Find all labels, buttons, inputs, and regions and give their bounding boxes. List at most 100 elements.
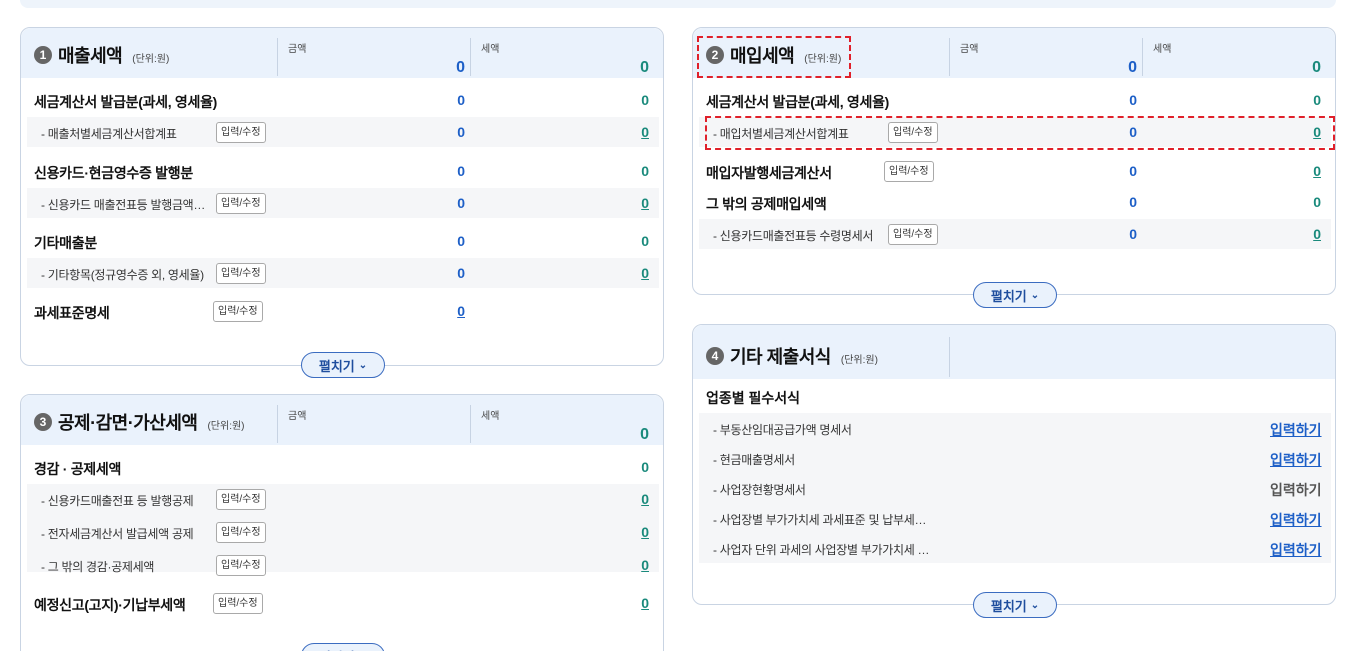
edit-button[interactable]: 입력/수정 — [216, 193, 266, 214]
table-row: 세금계산서 발급분(과세, 영세율) 0 0 — [27, 85, 659, 115]
amount-value: 0 — [457, 92, 465, 108]
table-row: 매입자발행세금계산서 입력/수정 0 0 — [699, 156, 1331, 186]
table-row: - 기타항목(정규영수증 외, 영세율) 입력/수정 0 0 — [27, 258, 659, 288]
expand-label: 펼치기 — [319, 647, 355, 651]
amount-value: 0 — [457, 163, 465, 179]
amount-value: 0 — [457, 233, 465, 249]
edit-button[interactable]: 입력/수정 — [213, 593, 263, 614]
section-title: 매출세액 — [58, 46, 123, 66]
tax-value-link[interactable]: 0 — [1281, 163, 1321, 179]
row-label: - 신용카드매출전표등 수령명세서 — [713, 229, 874, 243]
column-divider — [949, 337, 950, 377]
edit-button[interactable]: 입력/수정 — [216, 522, 266, 543]
row-label: 세금계산서 발급분(과세, 영세율) — [706, 94, 890, 110]
column-divider — [277, 38, 278, 76]
edit-button[interactable]: 입력/수정 — [216, 489, 266, 510]
tax-column-label: 세액 — [481, 44, 500, 55]
top-strip — [20, 0, 1336, 8]
row-label: - 신용카드매출전표 등 발행공제 — [41, 494, 194, 508]
expand-button[interactable]: 펼치기 ⌄ — [973, 592, 1057, 618]
deduction-tax-card: 3 공제·감면·가산세액 (단위:원) 금액 세액 0 경감 · 공제세액 0 … — [20, 394, 664, 651]
row-label: 신용카드·현금영수증 발행분 — [34, 165, 193, 181]
section-number-badge: 1 — [34, 46, 52, 64]
table-row: - 그 밖의 경감·공제세액 입력/수정 0 — [27, 550, 659, 580]
other-forms-card: 4 기타 제출서식 (단위:원) 업종별 필수서식 - 부동산임대공급가액 명세… — [692, 324, 1336, 618]
column-divider — [470, 405, 471, 443]
row-label: - 매출처별세금계산서합계표 — [41, 127, 177, 141]
column-divider — [470, 38, 471, 76]
table-row: 세금계산서 발급분(과세, 영세율) 0 0 — [699, 85, 1331, 115]
section-title: 공제·감면·가산세액 — [58, 413, 198, 433]
section-number-badge: 4 — [706, 347, 724, 365]
amount-total: 0 — [1128, 59, 1137, 76]
amount-value: 0 — [1129, 226, 1137, 242]
chevron-down-icon: ⌄ — [1030, 289, 1040, 301]
input-link[interactable]: 입력하기 — [1270, 540, 1322, 560]
unit-label: (단위:원) — [207, 420, 245, 432]
edit-button[interactable]: 입력/수정 — [884, 161, 934, 182]
highlight-box-row — [705, 116, 1335, 150]
edit-button[interactable]: 입력/수정 — [216, 122, 266, 143]
edit-button[interactable]: 입력/수정 — [216, 263, 266, 284]
input-link[interactable]: 입력하기 — [1270, 450, 1322, 470]
amount-value: 0 — [457, 124, 465, 140]
edit-button[interactable]: 입력/수정 — [216, 555, 266, 576]
sales-tax-header: 1 매출세액 (단위:원) 금액 0 세액 0 — [21, 28, 663, 78]
input-link[interactable]: 입력하기 — [1270, 420, 1322, 440]
expand-button[interactable]: 펼치기 ⌄ — [301, 643, 385, 651]
tax-value: 0 — [1313, 92, 1321, 108]
table-row: 예정신고(고지)·기납부세액 입력/수정 0 — [27, 588, 659, 618]
sub-rows-group: - 신용카드매출전표 등 발행공제 입력/수정 0 - 전자세금계산서 발급세액… — [27, 484, 659, 576]
table-row: 과세표준명세 입력/수정 0 — [27, 296, 659, 326]
other-forms-header: 4 기타 제출서식 (단위:원) — [693, 325, 1335, 379]
list-item: - 사업장별 부가가치세 과세표준 및 납부세… 입력하기 — [699, 503, 1331, 533]
expand-button[interactable]: 펼치기 ⌄ — [973, 282, 1057, 308]
tax-value-link[interactable]: 0 — [609, 265, 649, 281]
tax-value: 0 — [1313, 194, 1321, 210]
deduction-tax-header: 3 공제·감면·가산세액 (단위:원) 금액 세액 0 — [21, 395, 663, 445]
tax-column-label: 세액 — [481, 411, 500, 422]
tax-total: 0 — [640, 426, 649, 443]
list-item: - 사업자 단위 과세의 사업장별 부가가치세 … 입력하기 — [699, 533, 1331, 563]
row-label: - 사업장현황명세서 — [713, 483, 806, 497]
tax-value-link[interactable]: 0 — [1281, 226, 1321, 242]
edit-button[interactable]: 입력/수정 — [888, 224, 938, 245]
tax-value-link[interactable]: 0 — [609, 557, 649, 573]
sales-tax-card: 1 매출세액 (단위:원) 금액 0 세액 0 세금계산서 발급분(과세, 영세… — [20, 27, 664, 378]
section-number-badge: 3 — [34, 413, 52, 431]
row-label: - 기타항목(정규영수증 외, 영세율) — [41, 268, 204, 282]
row-label: 그 밖의 공제매입세액 — [706, 196, 827, 212]
tax-value-link[interactable]: 0 — [609, 595, 649, 611]
input-link[interactable]: 입력하기 — [1270, 510, 1322, 530]
table-row: 기타매출분 0 0 — [27, 226, 659, 256]
table-row: - 매출처별세금계산서합계표 입력/수정 0 0 — [27, 117, 659, 147]
column-divider — [1142, 38, 1143, 76]
amount-value-link[interactable]: 0 — [425, 303, 465, 319]
expand-label: 펼치기 — [990, 598, 1027, 614]
other-forms-title: 4 기타 제출서식 (단위:원) — [706, 343, 878, 369]
column-divider — [277, 405, 278, 443]
table-row: - 신용카드매출전표등 수령명세서 입력/수정 0 0 — [699, 219, 1331, 249]
row-label: - 사업자 단위 과세의 사업장별 부가가치세 … — [713, 543, 930, 557]
unit-label: (단위:원) — [840, 354, 878, 366]
row-label: - 부동산임대공급가액 명세서 — [713, 423, 852, 437]
tax-total: 0 — [640, 59, 649, 76]
row-label: 과세표준명세 — [34, 305, 110, 321]
row-label: 매입자발행세금계산서 — [706, 165, 832, 181]
tax-value-link[interactable]: 0 — [609, 491, 649, 507]
amount-column-label: 금액 — [960, 44, 979, 55]
expand-button[interactable]: 펼치기 ⌄ — [301, 352, 385, 378]
amount-total: 0 — [456, 59, 465, 76]
unit-label: (단위:원) — [132, 53, 170, 65]
sales-tax-title: 1 매출세액 (단위:원) — [34, 42, 169, 68]
edit-button[interactable]: 입력/수정 — [213, 301, 263, 322]
tax-value-link[interactable]: 0 — [609, 124, 649, 140]
table-row: 그 밖의 공제매입세액 0 0 — [699, 187, 1331, 217]
row-label: - 신용카드 매출전표등 발행금액… — [41, 198, 206, 212]
row-label: - 현금매출명세서 — [713, 453, 795, 467]
row-label: 예정신고(고지)·기납부세액 — [34, 597, 186, 613]
tax-value: 0 — [641, 459, 649, 475]
tax-value-link[interactable]: 0 — [609, 524, 649, 540]
tax-value-link[interactable]: 0 — [609, 195, 649, 211]
chevron-down-icon: ⌄ — [358, 359, 368, 371]
